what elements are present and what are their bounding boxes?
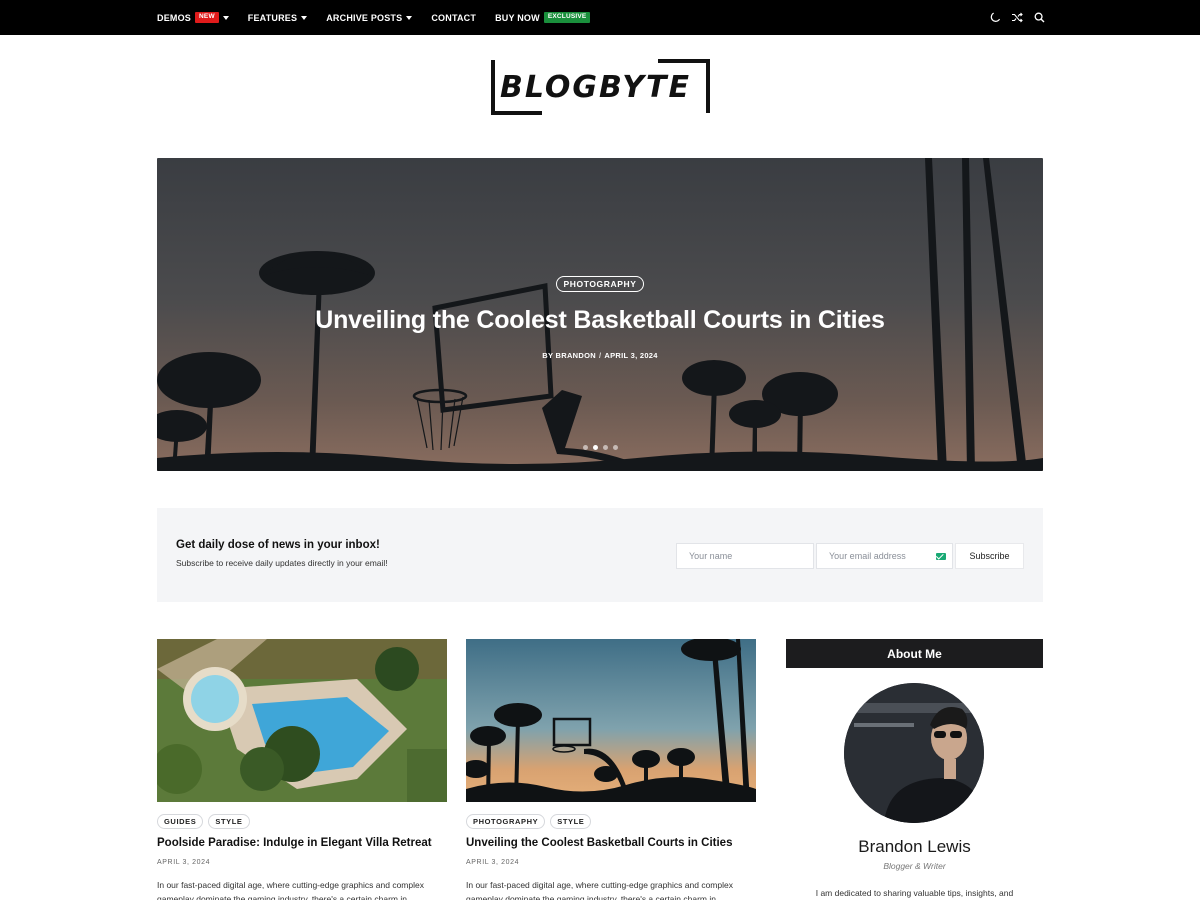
newsletter-title: Get daily dose of news in your inbox!	[176, 539, 380, 551]
post-tags: PHOTOGRAPHY STYLE	[466, 814, 756, 829]
nav-item-demos[interactable]: DEMOS NEW	[157, 12, 229, 23]
author-avatar	[844, 683, 984, 823]
post-excerpt: In our fast-paced digital age, where cut…	[466, 880, 733, 900]
search-icon[interactable]	[1033, 12, 1045, 24]
nav-item-contact[interactable]: CONTACT	[431, 13, 476, 23]
post-card: PHOTOGRAPHY STYLE Unveiling the Coolest …	[466, 639, 756, 900]
site-logo[interactable]: BLOGBYTE	[490, 58, 712, 116]
slider-dot[interactable]	[582, 445, 588, 450]
nav-item-label: CONTACT	[431, 12, 477, 23]
nav-item-label: BUY NOW	[495, 12, 540, 23]
nav-item-label: ARCHIVE POSTS	[326, 12, 403, 23]
slider-dot[interactable]	[602, 445, 608, 450]
nav-item-buy-now[interactable]: BUY NOW EXCLUSIVE	[495, 12, 591, 23]
caret-down-icon	[222, 15, 229, 20]
exclusive-badge: EXCLUSIVE	[543, 12, 591, 23]
subscribe-button[interactable]: Subscribe	[955, 543, 1024, 569]
post-title[interactable]: Poolside Paradise: Indulge in Elegant Vi…	[157, 837, 447, 849]
slider-dots	[157, 445, 1043, 450]
post-title[interactable]: Unveiling the Coolest Basketball Courts …	[466, 837, 756, 849]
top-navbar: DEMOS NEW FEATURES ARCHIVE POSTS CONTACT…	[0, 0, 1200, 35]
mail-check-icon	[936, 553, 946, 560]
hero-content: PHOTOGRAPHY Unveiling the Coolest Basket…	[157, 274, 1043, 360]
email-placeholder: Your email address	[829, 551, 906, 561]
email-input[interactable]: Your email address	[816, 543, 953, 569]
logo-text: BLOGBYTE	[500, 70, 691, 105]
post-date: APRIL 3, 2024	[157, 859, 211, 866]
nav-item-label: DEMOS	[157, 12, 192, 23]
post-date: APRIL 3, 2024	[466, 859, 520, 866]
post-excerpt: In our fast-paced digital age, where cut…	[157, 880, 424, 900]
newsletter-box: Get daily dose of news in your inbox! Su…	[157, 508, 1043, 602]
hero-author[interactable]: BY BRANDON	[542, 351, 596, 360]
post-tags: GUIDES STYLE	[157, 814, 447, 829]
post-tag[interactable]: STYLE	[550, 814, 592, 829]
moon-icon[interactable]	[989, 12, 1001, 24]
main-nav: DEMOS NEW FEATURES ARCHIVE POSTS CONTACT…	[157, 0, 609, 35]
hero-meta: BY BRANDON / APRIL 3, 2024	[157, 351, 1043, 360]
nav-item-label: FEATURES	[247, 12, 298, 23]
hero-category-badge[interactable]: PHOTOGRAPHY	[556, 276, 644, 292]
nav-item-features[interactable]: FEATURES	[247, 12, 308, 23]
post-tag[interactable]: STYLE	[208, 814, 250, 829]
newsletter-subtitle: Subscribe to receive daily updates direc…	[176, 558, 388, 568]
author-bio: I am dedicated to sharing valuable tips,…	[815, 888, 1014, 898]
nav-item-archive-posts[interactable]: ARCHIVE POSTS	[326, 12, 413, 23]
post-thumbnail-pool[interactable]	[157, 639, 447, 802]
post-tag[interactable]: GUIDES	[157, 814, 204, 829]
hero-slider[interactable]: PHOTOGRAPHY Unveiling the Coolest Basket…	[157, 158, 1043, 471]
shuffle-icon[interactable]	[1011, 12, 1023, 24]
post-tag[interactable]: PHOTOGRAPHY	[466, 814, 546, 829]
meta-separator: /	[598, 351, 602, 360]
hero-title[interactable]: Unveiling the Coolest Basketball Courts …	[157, 306, 1043, 335]
slider-dot[interactable]	[612, 445, 618, 450]
author-role: Blogger & Writer	[883, 861, 946, 871]
about-heading: About Me	[786, 639, 1043, 668]
caret-down-icon	[406, 15, 413, 20]
hero-date: APRIL 3, 2024	[604, 351, 658, 360]
new-badge: NEW	[195, 12, 219, 23]
name-input[interactable]: Your name	[676, 543, 814, 569]
nav-tools	[989, 0, 1045, 35]
post-thumbnail-basketball[interactable]	[466, 639, 756, 802]
post-card: GUIDES STYLE Poolside Paradise: Indulge …	[157, 639, 447, 900]
caret-down-icon	[301, 15, 308, 20]
slider-dot-active[interactable]	[592, 445, 598, 450]
author-name: Brandon Lewis	[858, 837, 971, 856]
